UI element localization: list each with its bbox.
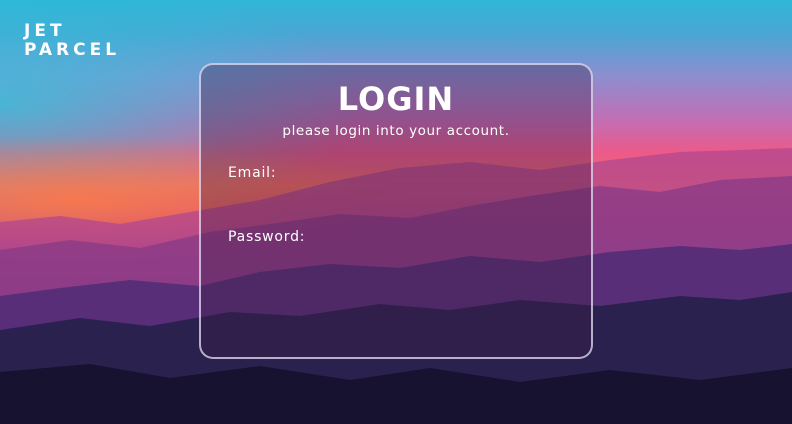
password-field[interactable] — [228, 249, 564, 275]
login-title: LOGIN — [337, 80, 455, 118]
email-field[interactable] — [228, 185, 564, 211]
brand-logo: JET PARCEL — [24, 22, 120, 60]
brand-line-2: PARCEL — [24, 40, 121, 60]
password-label: Password: — [228, 229, 306, 245]
login-page: JET PARCEL LOGIN please login into your … — [0, 0, 792, 424]
brand-line-1: JET — [24, 21, 66, 41]
email-label: Email: — [228, 165, 277, 181]
login-subtitle: please login into your account. — [282, 123, 510, 139]
login-card: LOGIN please login into your account. Em… — [199, 63, 593, 359]
